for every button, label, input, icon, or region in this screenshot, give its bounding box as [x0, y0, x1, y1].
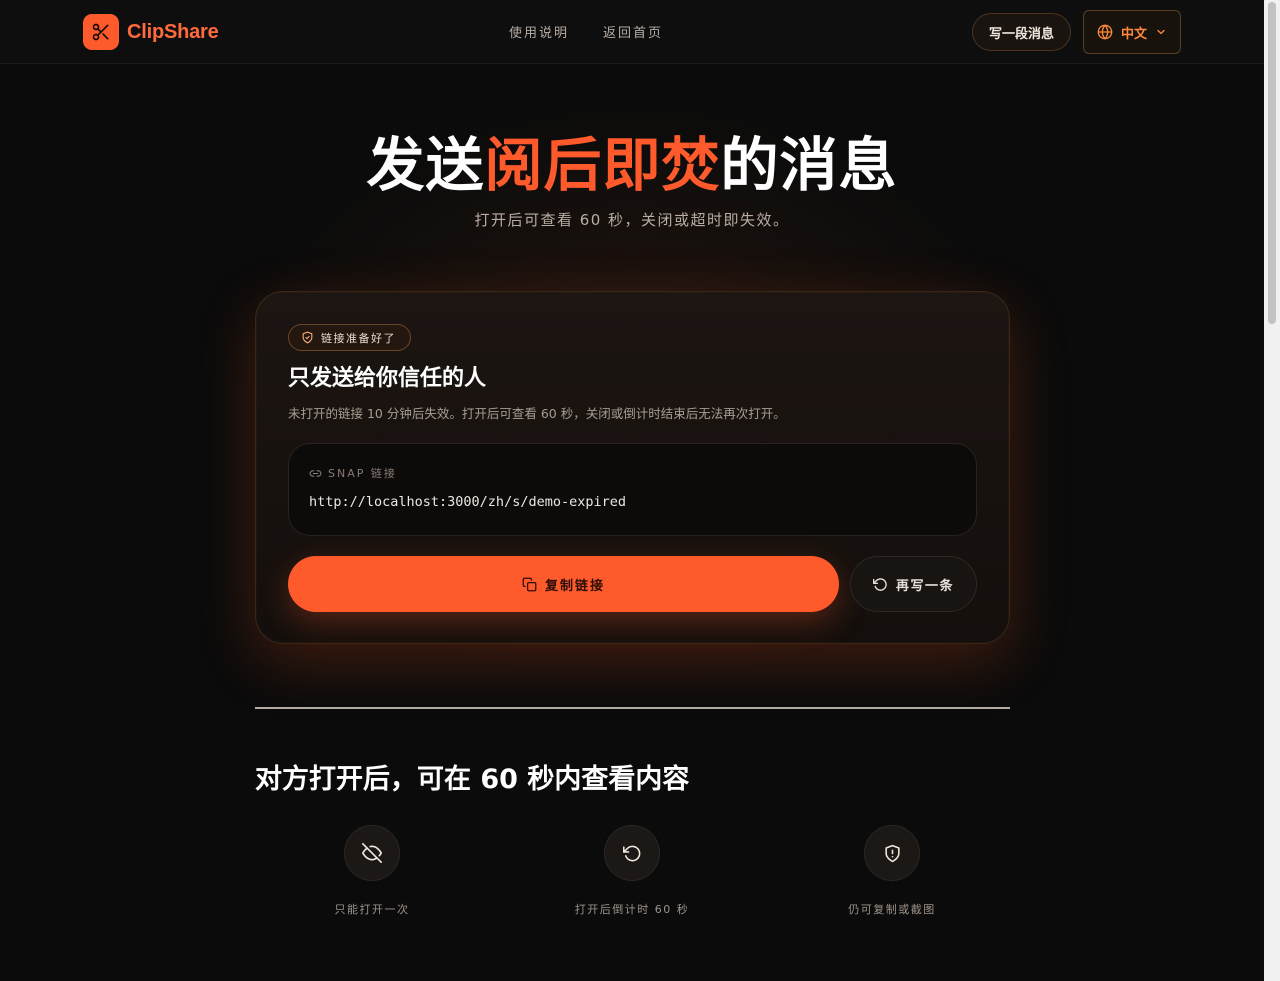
eye-off-icon [344, 825, 400, 881]
section-divider [255, 707, 1010, 709]
card-title: 只发送给你信任的人 [288, 366, 487, 391]
feature-item-screenshot: 仍可复制或截图 [792, 825, 992, 917]
brand-logo[interactable]: ClipShare [83, 14, 219, 50]
status-badge: 链接准备好了 [288, 324, 411, 351]
section-title: 对方打开后，可在 60 秒内查看内容 [255, 764, 690, 795]
hero-title-before: 发送 [366, 131, 485, 199]
link-label: SNAP 链接 [309, 465, 397, 481]
link-label-text: SNAP 链接 [328, 467, 397, 480]
scissors-icon [83, 14, 119, 50]
shield-check-icon [302, 331, 313, 344]
hero-title: 发送阅后即焚的消息 [0, 118, 1264, 202]
badge-label: 链接准备好了 [321, 331, 396, 345]
write-another-button[interactable]: 再写一条 [850, 556, 977, 612]
language-selector[interactable]: 中文 [1083, 10, 1181, 54]
vertical-scrollbar[interactable] [1264, 0, 1280, 981]
brand-name: ClipShare [127, 20, 219, 43]
card-description: 未打开的链接 10 分钟后失效。打开后可查看 60 秒，关闭或倒计时结束后无法再… [288, 406, 786, 421]
nav-link-home[interactable]: 返回首页 [603, 22, 663, 41]
link-ready-card: 链接准备好了 只发送给你信任的人 未打开的链接 10 分钟后失效。打开后可查看 … [255, 291, 1010, 644]
copy-link-button[interactable]: 复制链接 [288, 556, 839, 612]
write-another-label: 再写一条 [895, 578, 954, 594]
feature-label: 打开后倒计时 60 秒 [574, 903, 690, 916]
language-label: 中文 [1120, 26, 1147, 42]
shield-alert-icon [864, 825, 920, 881]
nav-link-instructions[interactable]: 使用说明 [509, 22, 569, 41]
copy-icon [522, 577, 537, 591]
copy-link-label: 复制链接 [544, 578, 605, 594]
hero-title-after: 的消息 [720, 131, 898, 199]
feature-item-countdown: 打开后倒计时 60 秒 [532, 825, 732, 917]
globe-icon [1097, 24, 1113, 40]
rotate-ccw-icon [872, 577, 887, 591]
hero-subtitle: 打开后可查看 60 秒，关闭或超时即失效。 [474, 211, 790, 229]
write-message-button[interactable]: 写一段消息 [972, 13, 1071, 51]
scrollbar-thumb[interactable] [1268, 2, 1276, 324]
link-url[interactable]: http://localhost:3000/zh/s/demo-expired [309, 494, 626, 510]
feature-label: 只能打开一次 [334, 903, 410, 916]
chevron-down-icon [1157, 29, 1165, 35]
top-navbar: ClipShare 使用说明 返回首页 写一段消息 中文 [0, 0, 1264, 64]
feature-label: 仍可复制或截图 [848, 903, 936, 916]
link-icon [309, 469, 322, 477]
snap-link-box[interactable]: SNAP 链接 http://localhost:3000/zh/s/demo-… [288, 443, 977, 536]
hero-title-accent: 阅后即焚 [484, 131, 721, 199]
rotate-ccw-icon [604, 825, 660, 881]
main-nav: 使用说明 返回首页 [509, 22, 663, 41]
feature-item-open-once: 只能打开一次 [272, 825, 472, 917]
